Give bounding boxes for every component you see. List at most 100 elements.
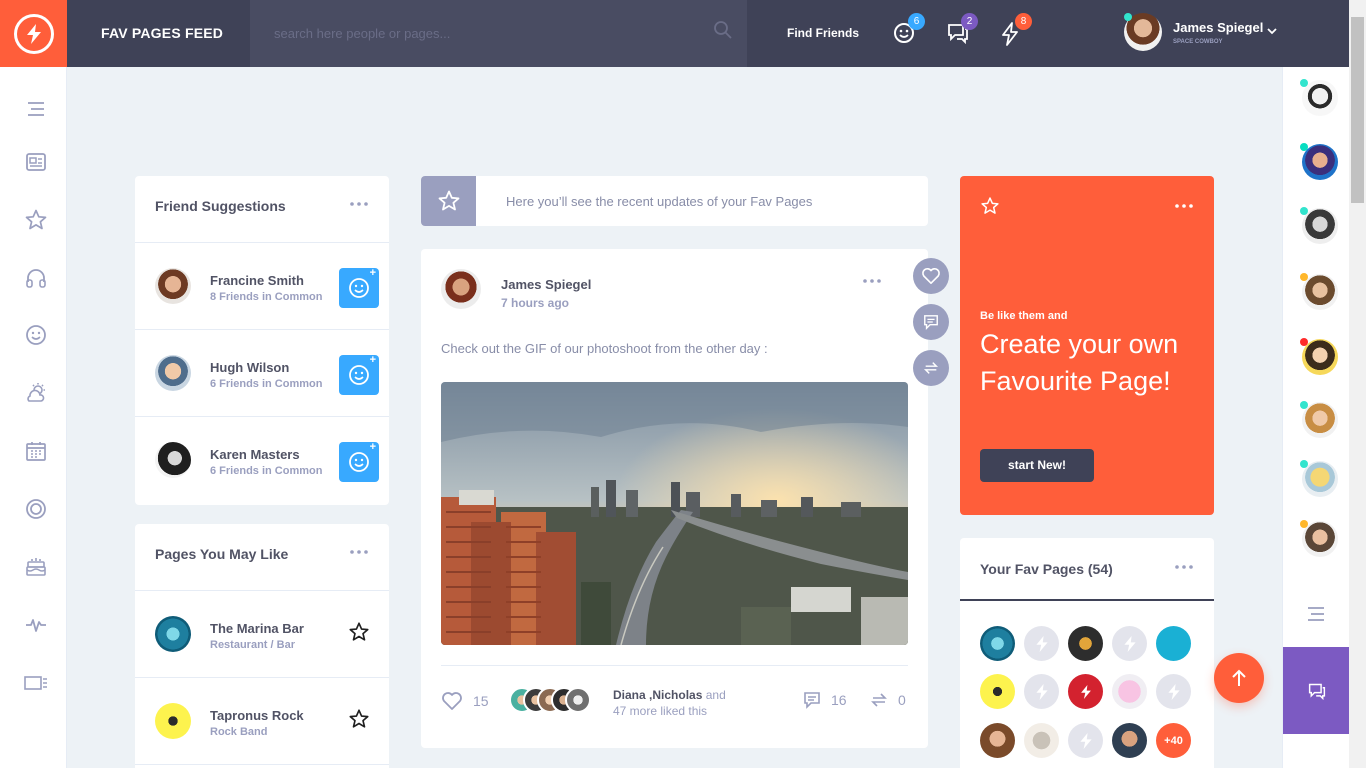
more-options-icon[interactable] — [862, 277, 882, 285]
share-action-button[interactable] — [913, 350, 949, 386]
online-status-dot — [1300, 207, 1308, 215]
avatar[interactable] — [1300, 401, 1338, 438]
fav-page-avatar[interactable] — [980, 723, 1015, 758]
fav-page-avatar[interactable] — [980, 626, 1015, 661]
friend-name[interactable]: Francine Smith — [210, 273, 304, 288]
friends-in-common: 8 Friends in Common — [210, 291, 323, 303]
list-item: Francine Smith 8 Friends in Common + — [135, 243, 389, 330]
chevron-down-icon[interactable] — [1267, 26, 1277, 36]
liker-name[interactable]: ,Nicholas — [649, 688, 702, 702]
star-icon[interactable] — [348, 708, 370, 730]
find-friends-link[interactable]: Find Friends — [787, 0, 859, 67]
fav-page-avatar[interactable] — [1112, 626, 1147, 661]
avatar[interactable] — [1300, 460, 1338, 497]
back-to-top-button[interactable] — [1214, 653, 1264, 703]
avatar[interactable] — [155, 442, 191, 478]
messages-badge: 2 — [961, 13, 978, 30]
like-action-button[interactable] — [913, 258, 949, 294]
fav-page-avatar[interactable] — [1112, 674, 1147, 709]
avatar[interactable] — [1300, 143, 1338, 180]
star-icon — [981, 197, 999, 214]
more-options-icon[interactable] — [1174, 202, 1194, 210]
comments-button[interactable]: 16 — [803, 691, 847, 709]
share-button[interactable]: 0 — [870, 691, 906, 709]
avatar[interactable] — [155, 268, 191, 304]
star-icon[interactable] — [348, 621, 370, 643]
messages-button[interactable]: 2 — [946, 13, 978, 46]
more-options-icon[interactable] — [1174, 563, 1194, 571]
avatar[interactable] — [1300, 207, 1338, 244]
open-chat-button[interactable] — [1283, 647, 1350, 734]
fav-page-avatar[interactable] — [1068, 626, 1103, 661]
more-fav-pages-badge[interactable]: +40 — [1156, 723, 1191, 758]
friend-name[interactable]: Karen Masters — [210, 447, 300, 462]
online-status-dot — [1300, 79, 1308, 87]
fav-page-avatar[interactable] — [1156, 626, 1191, 661]
avatar[interactable] — [441, 269, 481, 309]
liker-name[interactable]: Diana — [613, 688, 646, 702]
liked-by-avatars[interactable] — [509, 687, 599, 715]
friend-suggestions-card: Friend Suggestions Francine Smith 8 Frie… — [135, 176, 389, 505]
divider — [441, 665, 908, 666]
search-icon[interactable] — [713, 20, 733, 40]
user-menu[interactable]: James Spiegel SPACE COWBOY — [1124, 13, 1284, 53]
page-name[interactable]: Tapronus Rock — [210, 708, 304, 723]
search-input[interactable] — [250, 0, 747, 67]
fav-page-avatar[interactable] — [980, 674, 1015, 709]
notifications-button[interactable]: 8 — [1000, 13, 1032, 46]
more-options-icon[interactable] — [349, 200, 369, 208]
logo[interactable] — [0, 0, 67, 67]
scrollbar-thumb[interactable] — [1351, 17, 1364, 203]
lightning-icon — [1079, 732, 1092, 749]
friends-in-common: 6 Friends in Common — [210, 465, 323, 477]
page-name[interactable]: The Marina Bar — [210, 621, 304, 636]
smiley-icon[interactable] — [24, 323, 48, 347]
fav-page-avatar[interactable] — [1024, 626, 1059, 661]
widget-icon[interactable] — [24, 671, 48, 695]
post-text: Check out the GIF of our photoshoot from… — [441, 341, 768, 356]
away-status-dot — [1300, 273, 1308, 281]
more-options-icon[interactable] — [349, 548, 369, 556]
top-bar: FAV PAGES FEED Find Friends 6 2 8 James … — [0, 0, 1366, 67]
pulse-icon[interactable] — [24, 613, 48, 637]
add-friend-button[interactable]: + — [339, 267, 379, 308]
star-icon[interactable] — [24, 208, 48, 232]
fav-page-avatar[interactable] — [1068, 723, 1103, 758]
card-title: Your Fav Pages (54) — [980, 561, 1113, 577]
fav-page-avatar[interactable] — [1024, 723, 1059, 758]
page-avatar[interactable] — [155, 616, 191, 652]
fav-page-avatar[interactable] — [1068, 674, 1103, 709]
avatar[interactable] — [1300, 338, 1338, 375]
menu-icon[interactable] — [24, 97, 48, 121]
avatar[interactable] — [155, 355, 191, 391]
post-time: 7 hours ago — [501, 296, 570, 310]
add-friend-button[interactable]: + — [339, 441, 379, 482]
avatar[interactable] — [1300, 520, 1338, 557]
liked-more-text[interactable]: 47 more liked this — [613, 704, 707, 718]
fav-page-avatar[interactable] — [1112, 723, 1147, 758]
cake-icon[interactable] — [24, 555, 48, 579]
start-new-button[interactable]: start New! — [980, 449, 1094, 482]
like-button[interactable]: 15 — [441, 691, 489, 711]
newsfeed-icon[interactable] — [24, 150, 48, 174]
weather-icon[interactable] — [24, 381, 48, 405]
add-friend-button[interactable]: + — [339, 354, 379, 395]
target-icon[interactable] — [24, 497, 48, 521]
menu-icon[interactable] — [1304, 602, 1328, 626]
friend-name[interactable]: Hugh Wilson — [210, 360, 289, 375]
page-avatar[interactable] — [155, 703, 191, 739]
pages-you-may-like-card: Pages You May Like The Marina Bar Restau… — [135, 524, 389, 768]
headphones-icon[interactable] — [24, 266, 48, 290]
post-image[interactable] — [441, 382, 908, 645]
avatar[interactable] — [1300, 79, 1338, 116]
friend-requests-button[interactable]: 6 — [893, 13, 925, 46]
calendar-icon[interactable] — [24, 439, 48, 463]
avatar[interactable] — [1300, 273, 1338, 310]
lightning-icon — [1035, 635, 1048, 652]
fav-page-avatar[interactable] — [1024, 674, 1059, 709]
post-author[interactable]: James Spiegel — [501, 277, 591, 292]
page-category: Rock Band — [210, 726, 268, 738]
page-title: FAV PAGES FEED — [101, 25, 224, 41]
fav-page-avatar[interactable] — [1156, 674, 1191, 709]
comment-action-button[interactable] — [913, 304, 949, 340]
